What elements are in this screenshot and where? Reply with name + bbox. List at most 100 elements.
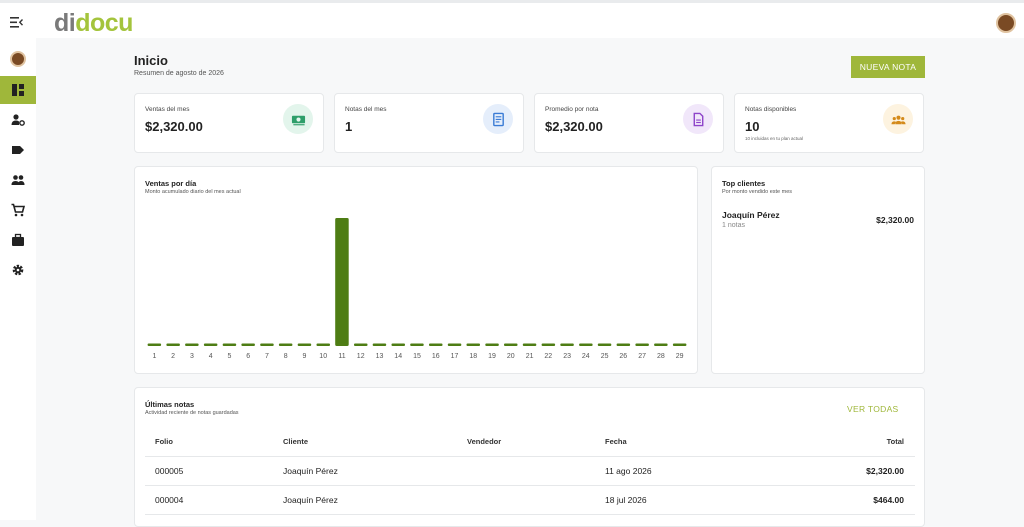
people-icon: [11, 175, 25, 185]
bar-day-17[interactable]: [447, 343, 462, 347]
bar-day-26[interactable]: [616, 343, 631, 347]
x-tick-label: 17: [451, 353, 459, 360]
user-avatar[interactable]: [996, 13, 1016, 33]
bar-day-23[interactable]: [560, 343, 574, 347]
x-tick-label: 20: [507, 353, 515, 360]
x-tick-label: 25: [601, 353, 609, 360]
column-header-folio[interactable]: Folio: [155, 437, 173, 446]
x-tick-label: 2: [171, 353, 175, 360]
sidebar-item-work[interactable]: [0, 226, 36, 254]
app-logo[interactable]: didocu: [54, 9, 133, 38]
bar-day-21[interactable]: [522, 343, 537, 347]
x-tick-label: 5: [227, 353, 231, 360]
gear-icon: [12, 264, 24, 276]
bar-day-13[interactable]: [372, 343, 387, 347]
bar-day-25[interactable]: [597, 343, 612, 347]
column-header-vendedor[interactable]: Vendedor: [467, 437, 501, 446]
x-tick-label: 29: [676, 353, 684, 360]
column-header-cliente[interactable]: Cliente: [283, 437, 308, 446]
cell-fecha: 18 jul 2026: [605, 495, 647, 505]
bar-day-29[interactable]: [672, 343, 687, 347]
stat-card-notes: Notas del mes 1: [334, 93, 524, 153]
dashboard-icon: [12, 84, 24, 96]
x-tick-label: 4: [209, 353, 213, 360]
bar-day-19[interactable]: [485, 343, 499, 347]
sidebar-item-clients[interactable]: [0, 166, 36, 194]
bar-day-5[interactable]: [222, 343, 237, 347]
cart-icon: [11, 203, 25, 217]
top-clients-subtitle: Por monto vendido este mes: [722, 189, 793, 195]
column-header-total[interactable]: Total: [887, 437, 904, 446]
sales-bar-chart: 1 2 3 4 5 6 7 8 9 10 11 12 13 14 15 16 17 18 19 20 21 22 23 24 2…: [147, 218, 687, 360]
sidebar-item-labels[interactable]: [0, 136, 36, 164]
bar-day-16[interactable]: [429, 343, 443, 347]
column-header-fecha[interactable]: Fecha: [605, 437, 627, 446]
stat-label: Promedio por nota: [545, 106, 599, 113]
cell-folio: 000005: [155, 466, 184, 476]
bar-day-14[interactable]: [391, 343, 406, 347]
sidebar-item-user-settings[interactable]: [0, 106, 36, 134]
bar-day-20[interactable]: [504, 343, 518, 347]
stat-note: 10 incluidas en tu plan actual: [745, 136, 804, 141]
sidebar-item-cart[interactable]: [0, 196, 36, 224]
row-divider: [145, 514, 915, 515]
x-tick-label: 19: [488, 353, 496, 360]
client-name[interactable]: Joaquín Pérez: [722, 210, 780, 220]
bar-day-7[interactable]: [260, 343, 274, 347]
bar-day-24[interactable]: [579, 343, 593, 347]
bar-day-27[interactable]: [635, 343, 649, 347]
bar-day-9[interactable]: [297, 343, 312, 347]
cell-fecha: 11 ago 2026: [605, 466, 652, 476]
latest-notes-card: Últimas notas Actividad reciente de nota…: [134, 387, 925, 527]
stat-card-sales: Ventas del mes $2,320.00: [134, 93, 324, 153]
new-note-button[interactable]: NUEVA NOTA: [851, 56, 925, 78]
label-icon: [12, 146, 24, 154]
x-tick-label: 8: [284, 353, 288, 360]
x-tick-label: 3: [190, 353, 194, 360]
menu-collapse-icon[interactable]: [10, 15, 24, 31]
stat-value: $2,320.00: [545, 119, 603, 134]
sidebar-item-dashboard[interactable]: [0, 76, 36, 104]
x-tick-label: 7: [265, 353, 269, 360]
x-tick-label: 21: [526, 353, 534, 360]
stat-value: 10: [745, 119, 760, 134]
bar-day-2[interactable]: [166, 343, 180, 347]
x-tick-label: 28: [657, 353, 665, 360]
stat-label: Ventas del mes: [145, 106, 190, 113]
bar-day-11[interactable]: [335, 218, 349, 346]
sidebar-avatar[interactable]: [10, 51, 26, 67]
document-icon: [683, 104, 713, 134]
client-amount: $2,320.00: [876, 215, 914, 225]
latest-notes-subtitle: Actividad reciente de notas guardadas: [145, 410, 239, 416]
user-settings-icon: [11, 114, 25, 126]
bar-day-12[interactable]: [354, 343, 368, 347]
x-tick-label: 15: [413, 353, 421, 360]
bar-day-18[interactable]: [466, 343, 481, 347]
see-all-button[interactable]: VER TODAS: [847, 404, 899, 414]
bar-day-22[interactable]: [541, 343, 556, 347]
bar-day-28[interactable]: [654, 343, 668, 347]
bar-day-15[interactable]: [410, 343, 424, 347]
sidebar-item-settings[interactable]: [0, 256, 36, 284]
stat-card-average: Promedio por nota $2,320.00: [534, 93, 724, 153]
bar-day-1[interactable]: [147, 343, 162, 347]
x-tick-label: 6: [246, 353, 250, 360]
bar-day-3[interactable]: [185, 343, 199, 347]
top-clients-title: Top clientes: [722, 179, 766, 188]
bar-day-6[interactable]: [241, 343, 255, 347]
main-content: Inicio Resumen de agosto de 2026 NUEVA N…: [36, 38, 1024, 527]
receipt-icon: [483, 104, 513, 134]
page-title: Inicio: [134, 53, 168, 68]
bar-day-4[interactable]: [203, 343, 218, 347]
cell-folio: 000004: [155, 495, 184, 505]
bar-day-8[interactable]: [278, 343, 293, 347]
bar-day-10[interactable]: [316, 343, 331, 347]
stat-label: Notas del mes: [345, 106, 387, 113]
x-tick-label: 22: [544, 353, 552, 360]
x-tick-label: 27: [638, 353, 646, 360]
top-clients-card: Top clientes Por monto vendido este mes …: [711, 166, 925, 374]
cell-cliente: Joaquín Pérez: [283, 495, 338, 505]
x-tick-label: 18: [469, 353, 477, 360]
x-tick-label: 12: [357, 353, 365, 360]
sidebar: [0, 38, 36, 520]
